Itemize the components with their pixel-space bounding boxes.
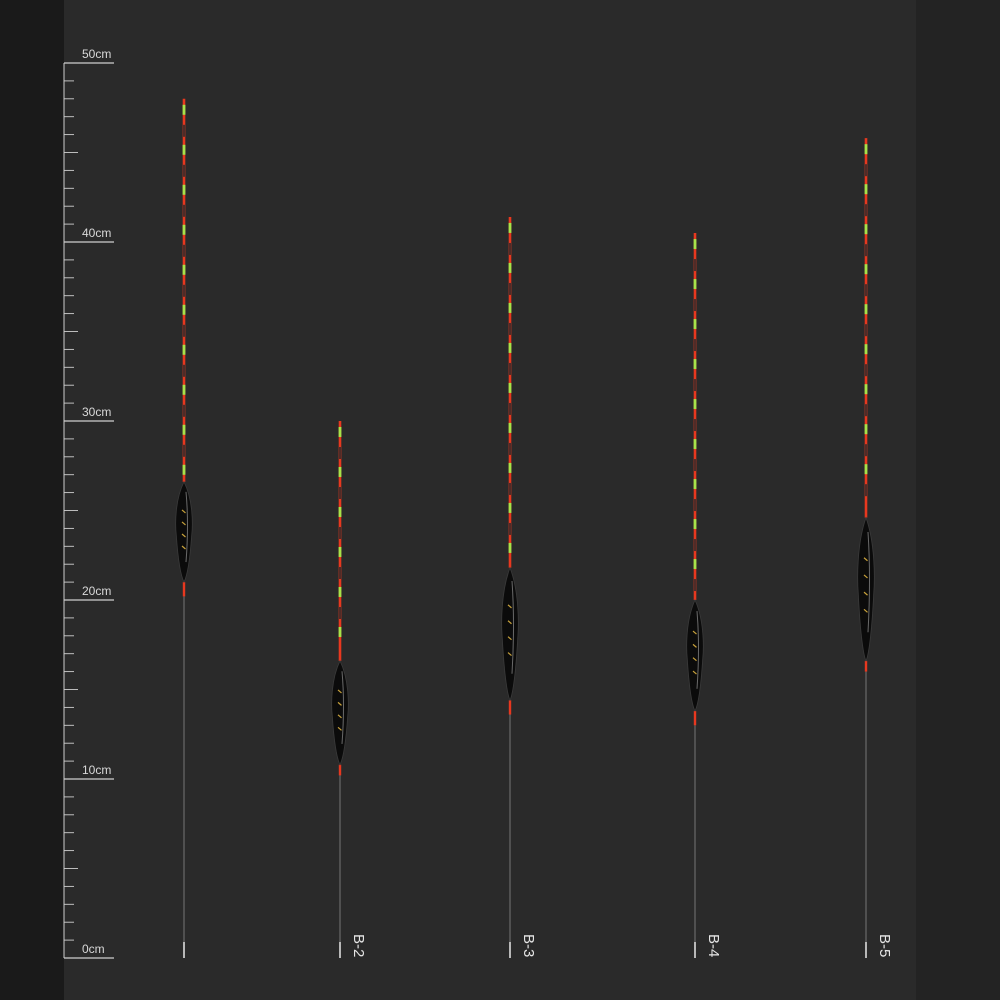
float-5: B-5 xyxy=(857,138,893,958)
ruler-tick-label: 0cm xyxy=(82,942,105,956)
float-4: B-4 xyxy=(686,233,722,958)
ruler-tick-label: 20cm xyxy=(82,584,111,598)
float-label: B-2 xyxy=(350,934,367,957)
float-2: B-2 xyxy=(331,421,367,958)
float-body xyxy=(686,599,704,712)
float-3: B-3 xyxy=(501,216,537,958)
ruler-tick-label: 50cm xyxy=(82,47,111,61)
ruler-tick-label: 10cm xyxy=(82,763,111,777)
float-label: B-3 xyxy=(520,934,537,957)
ruler-tick-label: 40cm xyxy=(82,226,111,240)
ruler-tick-label: 30cm xyxy=(82,405,111,419)
float-body xyxy=(331,659,349,766)
float-body xyxy=(857,516,875,662)
float-body xyxy=(175,480,193,583)
float-body xyxy=(501,566,519,702)
ruler: 0cm 10cm 20cm 30cm 40cm 50cm xyxy=(63,47,114,959)
float-label: B-5 xyxy=(876,934,893,957)
floats: B-2 B-3 B-4 B-5 xyxy=(175,98,893,958)
float-1 xyxy=(175,98,193,958)
product-image: 0cm 10cm 20cm 30cm 40cm 50cm B-2 B-3 B-4 B-5 xyxy=(0,0,1000,1000)
float-label: B-4 xyxy=(705,934,722,957)
float-scene: 0cm 10cm 20cm 30cm 40cm 50cm B-2 B-3 B-4 B-5 xyxy=(63,47,893,959)
